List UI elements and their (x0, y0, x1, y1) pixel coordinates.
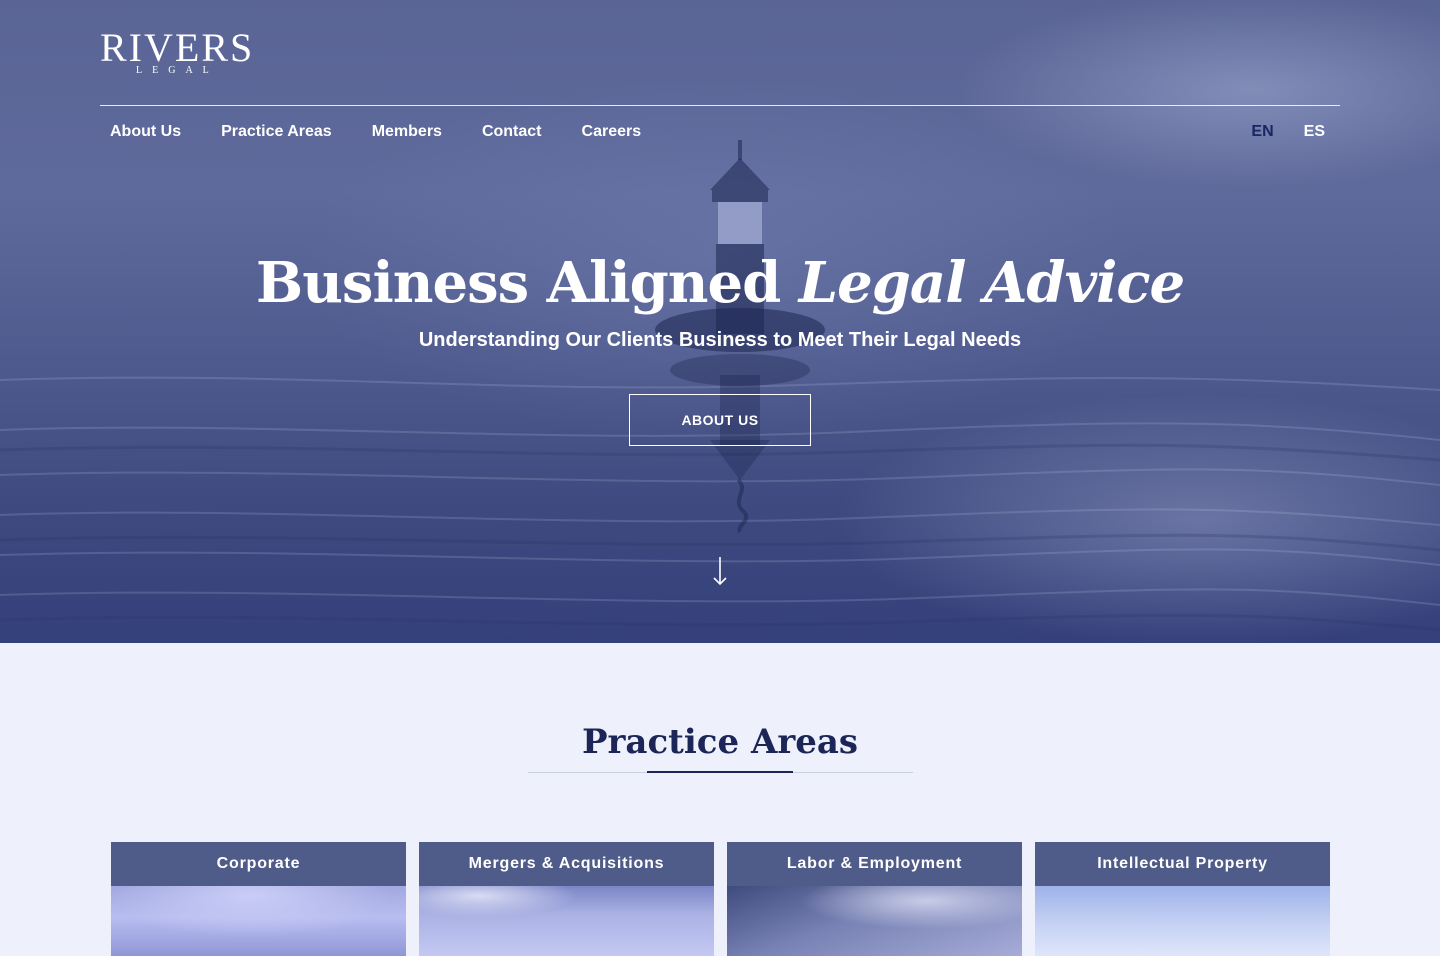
card-title: Corporate (111, 842, 406, 886)
nav-item-contact[interactable]: Contact (482, 122, 542, 144)
about-us-button[interactable]: ABOUT US (629, 394, 811, 446)
hero-section: RIVERS LEGAL About Us Practice Areas Mem… (0, 0, 1440, 643)
card-image (111, 886, 406, 956)
practice-cards: Corporate Mergers & Acquisitions Labor &… (111, 842, 1330, 956)
card-title: Intellectual Property (1035, 842, 1330, 886)
practice-card-labor[interactable]: Labor & Employment (727, 842, 1022, 956)
arrow-down-icon[interactable] (710, 555, 730, 587)
hero-subtitle: Understanding Our Clients Business to Me… (418, 329, 1022, 351)
nav-item-members[interactable]: Members (372, 122, 442, 144)
nav-divider (100, 105, 1340, 106)
nav-item-practice-areas[interactable]: Practice Areas (221, 122, 332, 144)
card-image (727, 886, 1022, 956)
title-underline-accent (647, 771, 793, 773)
practice-card-ip[interactable]: Intellectual Property (1035, 842, 1330, 956)
language-switcher: EN ES (1251, 122, 1325, 142)
card-image (1035, 886, 1330, 956)
card-title: Mergers & Acquisitions (419, 842, 714, 886)
main-nav: About Us Practice Areas Members Contact … (110, 122, 641, 144)
brand-logo[interactable]: RIVERS LEGAL (100, 28, 280, 80)
lang-es[interactable]: ES (1304, 122, 1325, 142)
practice-card-corporate[interactable]: Corporate (111, 842, 406, 956)
card-image (419, 886, 714, 956)
hero-title: Business Aligned Legal Advice (0, 248, 1440, 318)
nav-item-about-us[interactable]: About Us (110, 122, 181, 144)
brand-sub: LEGAL (136, 65, 219, 76)
card-title: Labor & Employment (727, 842, 1022, 886)
practice-card-mergers[interactable]: Mergers & Acquisitions (419, 842, 714, 956)
nav-item-careers[interactable]: Careers (582, 122, 642, 144)
hero-title-regular: Business Aligned (255, 250, 799, 316)
practice-areas-title: Practice Areas (581, 722, 859, 762)
lang-en[interactable]: EN (1251, 122, 1273, 142)
brand-name: RIVERS (100, 25, 255, 70)
hero-title-italic: Legal Advice (798, 250, 1185, 316)
